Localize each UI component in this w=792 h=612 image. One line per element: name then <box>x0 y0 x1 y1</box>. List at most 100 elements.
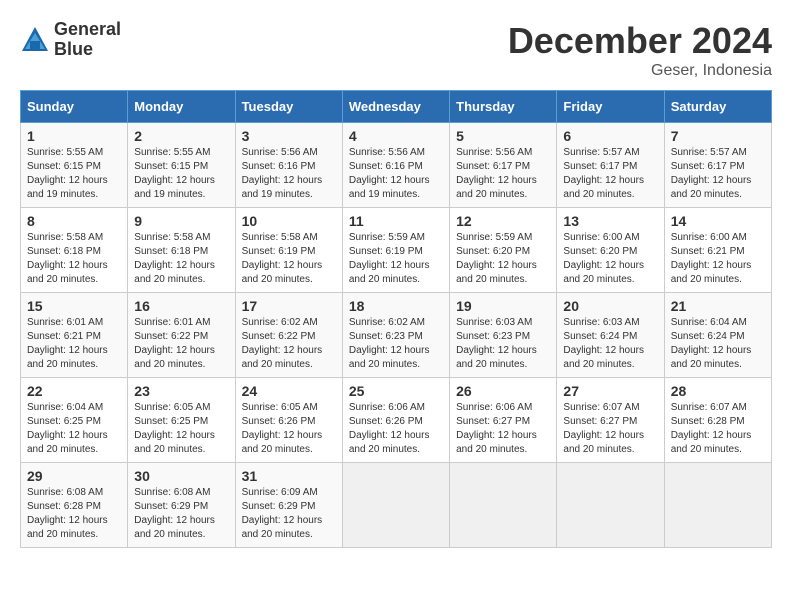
calendar-cell <box>557 463 664 548</box>
day-number: 12 <box>456 213 550 229</box>
day-info: Sunrise: 5:56 AMSunset: 6:16 PMDaylight:… <box>242 147 323 200</box>
calendar-cell: 26 Sunrise: 6:06 AMSunset: 6:27 PMDaylig… <box>450 378 557 463</box>
logo-icon <box>20 25 50 55</box>
day-info: Sunrise: 5:56 AMSunset: 6:16 PMDaylight:… <box>349 147 430 200</box>
day-info: Sunrise: 6:08 AMSunset: 6:29 PMDaylight:… <box>134 487 215 540</box>
calendar-cell <box>664 463 771 548</box>
day-info: Sunrise: 6:06 AMSunset: 6:26 PMDaylight:… <box>349 402 430 455</box>
day-info: Sunrise: 5:58 AMSunset: 6:18 PMDaylight:… <box>134 232 215 285</box>
calendar-cell <box>450 463 557 548</box>
day-info: Sunrise: 6:06 AMSunset: 6:27 PMDaylight:… <box>456 402 537 455</box>
day-number: 23 <box>134 383 228 399</box>
calendar-week-1: 1 Sunrise: 5:55 AMSunset: 6:15 PMDayligh… <box>21 123 772 208</box>
calendar-cell: 17 Sunrise: 6:02 AMSunset: 6:22 PMDaylig… <box>235 293 342 378</box>
calendar-week-5: 29 Sunrise: 6:08 AMSunset: 6:28 PMDaylig… <box>21 463 772 548</box>
day-number: 20 <box>563 298 657 314</box>
day-info: Sunrise: 5:59 AMSunset: 6:20 PMDaylight:… <box>456 232 537 285</box>
day-number: 6 <box>563 128 657 144</box>
calendar-header-row: SundayMondayTuesdayWednesdayThursdayFrid… <box>21 91 772 123</box>
title-area: December 2024 Geser, Indonesia <box>508 20 772 80</box>
day-info: Sunrise: 6:03 AMSunset: 6:23 PMDaylight:… <box>456 317 537 370</box>
location-title: Geser, Indonesia <box>508 62 772 80</box>
day-number: 13 <box>563 213 657 229</box>
header-friday: Friday <box>557 91 664 123</box>
day-number: 5 <box>456 128 550 144</box>
day-number: 15 <box>27 298 121 314</box>
calendar-cell <box>342 463 449 548</box>
calendar-cell: 31 Sunrise: 6:09 AMSunset: 6:29 PMDaylig… <box>235 463 342 548</box>
day-info: Sunrise: 6:00 AMSunset: 6:20 PMDaylight:… <box>563 232 644 285</box>
calendar-cell: 2 Sunrise: 5:55 AMSunset: 6:15 PMDayligh… <box>128 123 235 208</box>
calendar-week-2: 8 Sunrise: 5:58 AMSunset: 6:18 PMDayligh… <box>21 208 772 293</box>
day-number: 14 <box>671 213 765 229</box>
day-info: Sunrise: 6:01 AMSunset: 6:22 PMDaylight:… <box>134 317 215 370</box>
day-info: Sunrise: 6:04 AMSunset: 6:24 PMDaylight:… <box>671 317 752 370</box>
day-info: Sunrise: 6:07 AMSunset: 6:28 PMDaylight:… <box>671 402 752 455</box>
calendar-cell: 28 Sunrise: 6:07 AMSunset: 6:28 PMDaylig… <box>664 378 771 463</box>
calendar-cell: 20 Sunrise: 6:03 AMSunset: 6:24 PMDaylig… <box>557 293 664 378</box>
calendar-cell: 30 Sunrise: 6:08 AMSunset: 6:29 PMDaylig… <box>128 463 235 548</box>
month-title: December 2024 <box>508 20 772 62</box>
day-number: 28 <box>671 383 765 399</box>
header-tuesday: Tuesday <box>235 91 342 123</box>
day-number: 24 <box>242 383 336 399</box>
header-thursday: Thursday <box>450 91 557 123</box>
day-number: 10 <box>242 213 336 229</box>
day-number: 19 <box>456 298 550 314</box>
day-number: 17 <box>242 298 336 314</box>
calendar-cell: 8 Sunrise: 5:58 AMSunset: 6:18 PMDayligh… <box>21 208 128 293</box>
calendar-cell: 7 Sunrise: 5:57 AMSunset: 6:17 PMDayligh… <box>664 123 771 208</box>
day-number: 27 <box>563 383 657 399</box>
calendar-cell: 24 Sunrise: 6:05 AMSunset: 6:26 PMDaylig… <box>235 378 342 463</box>
day-number: 16 <box>134 298 228 314</box>
day-info: Sunrise: 6:05 AMSunset: 6:26 PMDaylight:… <box>242 402 323 455</box>
day-info: Sunrise: 6:02 AMSunset: 6:23 PMDaylight:… <box>349 317 430 370</box>
calendar-cell: 3 Sunrise: 5:56 AMSunset: 6:16 PMDayligh… <box>235 123 342 208</box>
logo-text: General Blue <box>54 20 121 60</box>
calendar-week-3: 15 Sunrise: 6:01 AMSunset: 6:21 PMDaylig… <box>21 293 772 378</box>
calendar-cell: 13 Sunrise: 6:00 AMSunset: 6:20 PMDaylig… <box>557 208 664 293</box>
day-number: 30 <box>134 468 228 484</box>
calendar-cell: 9 Sunrise: 5:58 AMSunset: 6:18 PMDayligh… <box>128 208 235 293</box>
day-number: 29 <box>27 468 121 484</box>
day-info: Sunrise: 6:07 AMSunset: 6:27 PMDaylight:… <box>563 402 644 455</box>
day-info: Sunrise: 6:08 AMSunset: 6:28 PMDaylight:… <box>27 487 108 540</box>
day-info: Sunrise: 6:01 AMSunset: 6:21 PMDaylight:… <box>27 317 108 370</box>
calendar-cell: 6 Sunrise: 5:57 AMSunset: 6:17 PMDayligh… <box>557 123 664 208</box>
calendar-cell: 11 Sunrise: 5:59 AMSunset: 6:19 PMDaylig… <box>342 208 449 293</box>
day-info: Sunrise: 5:58 AMSunset: 6:18 PMDaylight:… <box>27 232 108 285</box>
calendar-cell: 14 Sunrise: 6:00 AMSunset: 6:21 PMDaylig… <box>664 208 771 293</box>
calendar-table: SundayMondayTuesdayWednesdayThursdayFrid… <box>20 90 772 548</box>
day-info: Sunrise: 5:57 AMSunset: 6:17 PMDaylight:… <box>671 147 752 200</box>
calendar-cell: 4 Sunrise: 5:56 AMSunset: 6:16 PMDayligh… <box>342 123 449 208</box>
day-info: Sunrise: 6:05 AMSunset: 6:25 PMDaylight:… <box>134 402 215 455</box>
day-number: 4 <box>349 128 443 144</box>
calendar-cell: 25 Sunrise: 6:06 AMSunset: 6:26 PMDaylig… <box>342 378 449 463</box>
calendar-cell: 29 Sunrise: 6:08 AMSunset: 6:28 PMDaylig… <box>21 463 128 548</box>
calendar-week-4: 22 Sunrise: 6:04 AMSunset: 6:25 PMDaylig… <box>21 378 772 463</box>
day-info: Sunrise: 5:55 AMSunset: 6:15 PMDaylight:… <box>134 147 215 200</box>
day-number: 11 <box>349 213 443 229</box>
calendar-cell: 19 Sunrise: 6:03 AMSunset: 6:23 PMDaylig… <box>450 293 557 378</box>
calendar-cell: 23 Sunrise: 6:05 AMSunset: 6:25 PMDaylig… <box>128 378 235 463</box>
day-number: 7 <box>671 128 765 144</box>
day-number: 8 <box>27 213 121 229</box>
day-info: Sunrise: 5:56 AMSunset: 6:17 PMDaylight:… <box>456 147 537 200</box>
calendar-cell: 27 Sunrise: 6:07 AMSunset: 6:27 PMDaylig… <box>557 378 664 463</box>
day-info: Sunrise: 5:58 AMSunset: 6:19 PMDaylight:… <box>242 232 323 285</box>
header-wednesday: Wednesday <box>342 91 449 123</box>
calendar-cell: 21 Sunrise: 6:04 AMSunset: 6:24 PMDaylig… <box>664 293 771 378</box>
calendar-cell: 12 Sunrise: 5:59 AMSunset: 6:20 PMDaylig… <box>450 208 557 293</box>
day-number: 1 <box>27 128 121 144</box>
calendar-cell: 15 Sunrise: 6:01 AMSunset: 6:21 PMDaylig… <box>21 293 128 378</box>
day-info: Sunrise: 6:00 AMSunset: 6:21 PMDaylight:… <box>671 232 752 285</box>
calendar-cell: 10 Sunrise: 5:58 AMSunset: 6:19 PMDaylig… <box>235 208 342 293</box>
day-info: Sunrise: 5:57 AMSunset: 6:17 PMDaylight:… <box>563 147 644 200</box>
day-number: 9 <box>134 213 228 229</box>
day-number: 18 <box>349 298 443 314</box>
logo: General Blue <box>20 20 121 60</box>
header-sunday: Sunday <box>21 91 128 123</box>
day-number: 25 <box>349 383 443 399</box>
day-number: 21 <box>671 298 765 314</box>
calendar-cell: 18 Sunrise: 6:02 AMSunset: 6:23 PMDaylig… <box>342 293 449 378</box>
